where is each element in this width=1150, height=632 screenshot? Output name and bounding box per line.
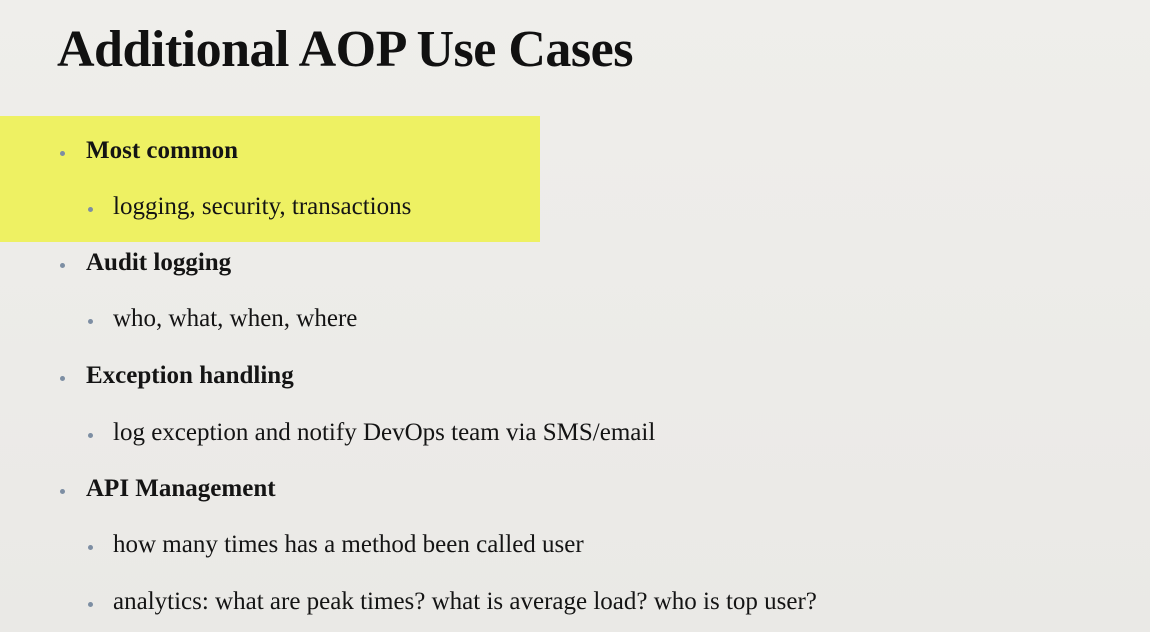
bullet-dot: [88, 545, 93, 550]
bullet-dot: [88, 433, 93, 438]
bullet-dot: [60, 263, 65, 268]
bullet-dot: [88, 207, 93, 212]
highlight-box: [0, 116, 540, 242]
sub-bullet-most-common-examples: logging, security, transactions: [113, 193, 412, 220]
bullet-dot: [88, 319, 93, 324]
sub-bullet-audit-logging-details: who, what, when, where: [113, 305, 358, 332]
slide: Additional AOP Use Cases Most common log…: [0, 0, 1150, 632]
sub-bullet-api-analytics: analytics: what are peak times? what is …: [113, 588, 817, 615]
bullet-dot: [88, 602, 93, 607]
bullet-dot: [60, 376, 65, 381]
bullet-dot: [60, 489, 65, 494]
bullet-audit-logging: Audit logging: [86, 249, 232, 276]
slide-title: Additional AOP Use Cases: [57, 21, 633, 78]
sub-bullet-exception-handling-details: log exception and notify DevOps team via…: [113, 419, 656, 446]
bullet-api-management: API Management: [86, 475, 276, 502]
bullet-most-common: Most common: [86, 137, 239, 164]
bullet-dot: [60, 151, 65, 156]
sub-bullet-api-call-count: how many times has a method been called …: [113, 531, 584, 558]
bullet-exception-handling: Exception handling: [86, 362, 294, 389]
